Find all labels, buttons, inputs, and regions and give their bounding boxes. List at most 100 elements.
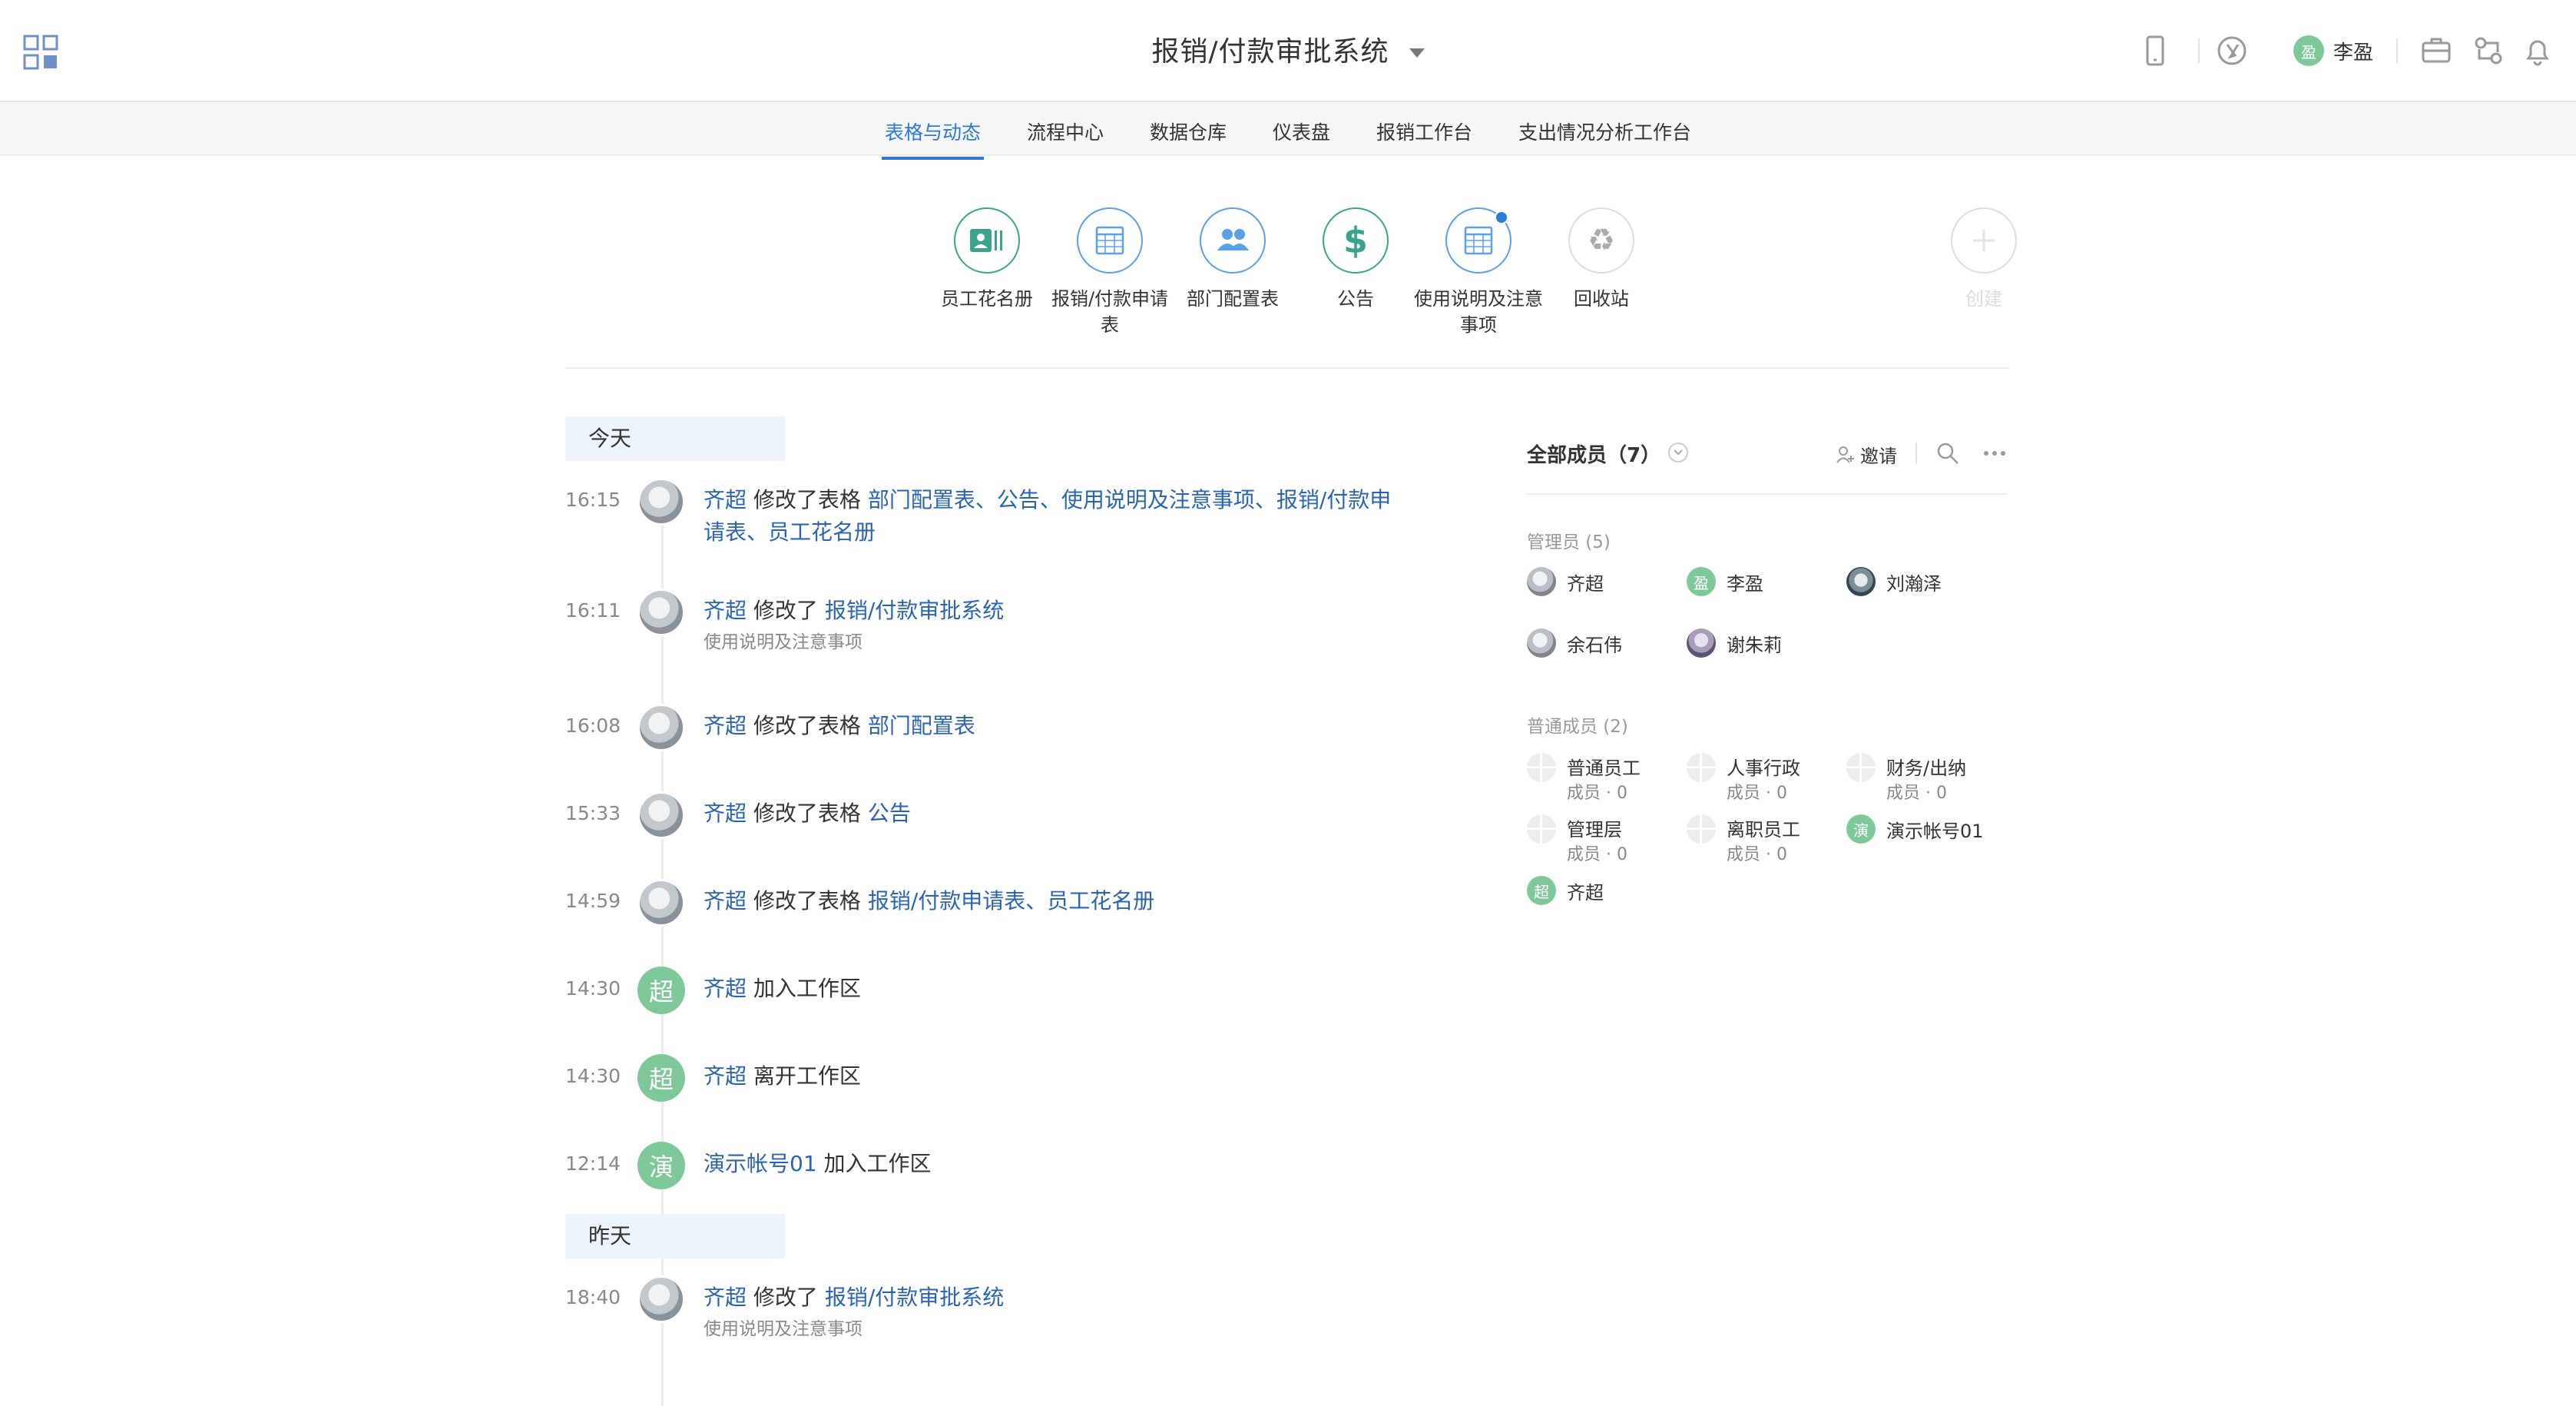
user-name: 李盈 xyxy=(2333,41,2374,65)
activity-action: 修改了表格 xyxy=(753,888,861,914)
unread-dot xyxy=(1495,211,1508,224)
chevron-down-icon[interactable] xyxy=(1668,443,1688,463)
recycle-icon: ♻ xyxy=(1588,223,1615,258)
avatar[interactable]: 超 xyxy=(637,967,685,1014)
sheet-announcement[interactable]: $ 公告 xyxy=(1290,207,1421,312)
target-links[interactable]: 部门配置表 xyxy=(868,713,975,738)
search-icon[interactable] xyxy=(1935,441,1960,466)
activity-action: 加入工作区 xyxy=(753,976,861,1001)
caret-down-icon[interactable] xyxy=(1409,48,1425,58)
member-item[interactable]: 盈 李盈 xyxy=(1687,567,1763,596)
activity-detail: 使用说明及注意事项 xyxy=(704,1319,863,1339)
integration-icon[interactable] xyxy=(2472,34,2505,68)
tab-process-center[interactable]: 流程中心 xyxy=(1004,102,1127,159)
sheet-employee-roster[interactable]: 员工花名册 xyxy=(922,207,1052,312)
top-bar: 报销/付款审批系统 盈 李盈 xyxy=(0,0,2576,102)
user-link[interactable]: 齐超 xyxy=(704,1285,747,1310)
app-title[interactable]: 报销/付款审批系统 xyxy=(0,29,2576,69)
sheet-reimburse-form[interactable]: 报销/付款申请表 xyxy=(1045,207,1175,338)
create-sheet-button[interactable]: 创建 xyxy=(1919,207,2049,312)
member-item[interactable]: 演 演示帐号01 xyxy=(1846,814,1984,844)
tab-reimburse-workbench[interactable]: 报销工作台 xyxy=(1353,102,1495,159)
invite-label: 邀请 xyxy=(1860,446,1897,467)
logo-icon[interactable] xyxy=(2215,34,2249,68)
user-link[interactable]: 齐超 xyxy=(704,801,747,826)
avatar[interactable] xyxy=(637,1275,685,1323)
bell-icon[interactable] xyxy=(2521,34,2554,68)
activity-action: 修改了表格 xyxy=(753,801,861,826)
role-avatar xyxy=(1687,753,1716,782)
sheet-label: 回收站 xyxy=(1574,288,1629,310)
target-links[interactable]: 公告 xyxy=(868,801,911,826)
role-avatar xyxy=(1527,753,1556,782)
sheet-usage-notes[interactable]: 使用说明及注意事项 xyxy=(1413,207,1544,338)
user-link[interactable]: 齐超 xyxy=(704,976,747,1001)
role-count: 成员 · 0 xyxy=(1886,784,1947,803)
activity-time: 16:15 xyxy=(565,489,621,511)
user-link[interactable]: 齐超 xyxy=(704,598,747,623)
role-count: 成员 · 0 xyxy=(1727,784,1787,803)
user-link[interactable]: 齐超 xyxy=(704,888,747,914)
add-user-icon xyxy=(1836,446,1854,463)
target-links[interactable]: 报销/付款审批系统 xyxy=(825,1285,1004,1310)
member-name: 齐超 xyxy=(1567,881,1604,904)
sheet-label: 报销/付款申请表 xyxy=(1051,288,1169,336)
avatar[interactable] xyxy=(637,704,685,751)
current-user[interactable]: 盈 李盈 xyxy=(2293,34,2373,68)
member-name: 余石伟 xyxy=(1567,634,1622,656)
role-name: 人事行政 xyxy=(1727,758,1800,779)
more-icon[interactable] xyxy=(1982,441,2008,466)
member-item[interactable]: 谢朱莉 xyxy=(1687,628,1782,658)
tab-dashboard[interactable]: 仪表盘 xyxy=(1250,102,1353,159)
avatar[interactable] xyxy=(637,879,685,927)
sheet-recycle-bin[interactable]: ♻ 回收站 xyxy=(1536,207,1667,312)
activity-action: 修改了 xyxy=(753,1285,818,1310)
role-item[interactable]: 财务/出纳 成员 · 0 xyxy=(1846,753,2008,807)
avatar xyxy=(1687,628,1716,658)
sheet-label: 公告 xyxy=(1337,288,1374,310)
role-item[interactable]: 人事行政 成员 · 0 xyxy=(1687,753,1840,807)
mobile-icon[interactable] xyxy=(2138,34,2172,68)
role-name: 财务/出纳 xyxy=(1886,758,1967,779)
user-link[interactable]: 演示帐号01 xyxy=(704,1151,817,1176)
tab-tables-activity[interactable]: 表格与动态 xyxy=(862,102,1004,160)
divider xyxy=(1527,493,2008,495)
sheet-label: 使用说明及注意事项 xyxy=(1414,288,1543,336)
sheet-label: 部门配置表 xyxy=(1187,288,1279,310)
role-avatar xyxy=(1687,814,1716,844)
user-link[interactable]: 齐超 xyxy=(704,713,747,738)
member-item[interactable]: 刘瀚泽 xyxy=(1846,567,1942,596)
contact-card-icon xyxy=(970,229,1002,252)
avatar[interactable]: 演 xyxy=(637,1142,685,1189)
member-name: 谢朱莉 xyxy=(1727,634,1782,656)
sheet-department-config[interactable]: 部门配置表 xyxy=(1167,207,1298,312)
member-item[interactable]: 余石伟 xyxy=(1527,628,1622,658)
avatar xyxy=(1527,567,1556,596)
user-link[interactable]: 齐超 xyxy=(704,1063,747,1089)
activity-action: 修改了表格 xyxy=(753,713,861,738)
role-item[interactable]: 离职员工 成员 · 0 xyxy=(1687,814,1840,868)
role-count: 成员 · 0 xyxy=(1727,845,1787,864)
avatar[interactable] xyxy=(637,791,685,839)
user-link[interactable]: 齐超 xyxy=(704,487,747,512)
avatar[interactable] xyxy=(637,589,685,636)
app-title-text: 报销/付款审批系统 xyxy=(1151,36,1389,68)
activity-time: 14:59 xyxy=(565,890,621,912)
avatar[interactable] xyxy=(637,478,685,526)
tab-expense-analysis[interactable]: 支出情况分析工作台 xyxy=(1495,102,1714,159)
role-item[interactable]: 管理层 成员 · 0 xyxy=(1527,814,1680,868)
divider xyxy=(2396,38,2398,63)
sheet-list: 员工花名册 报销/付款申请表 部门配置表 $ 公告 使用说明及注意事项 ♻ 回收… xyxy=(922,207,2017,346)
member-name: 齐超 xyxy=(1567,572,1604,595)
activity-time: 14:30 xyxy=(565,977,621,1000)
avatar[interactable]: 超 xyxy=(637,1054,685,1102)
target-links[interactable]: 报销/付款申请表、员工花名册 xyxy=(868,888,1154,914)
member-item[interactable]: 齐超 xyxy=(1527,567,1604,596)
tab-data-warehouse[interactable]: 数据仓库 xyxy=(1127,102,1250,159)
target-links[interactable]: 报销/付款审批系统 xyxy=(825,598,1004,623)
briefcase-icon[interactable] xyxy=(2419,34,2453,68)
activity-time: 14:30 xyxy=(565,1065,621,1087)
role-item[interactable]: 普通员工 成员 · 0 xyxy=(1527,753,1680,807)
invite-button[interactable]: 邀请 xyxy=(1836,441,1897,468)
member-item[interactable]: 超 齐超 xyxy=(1527,876,1604,905)
